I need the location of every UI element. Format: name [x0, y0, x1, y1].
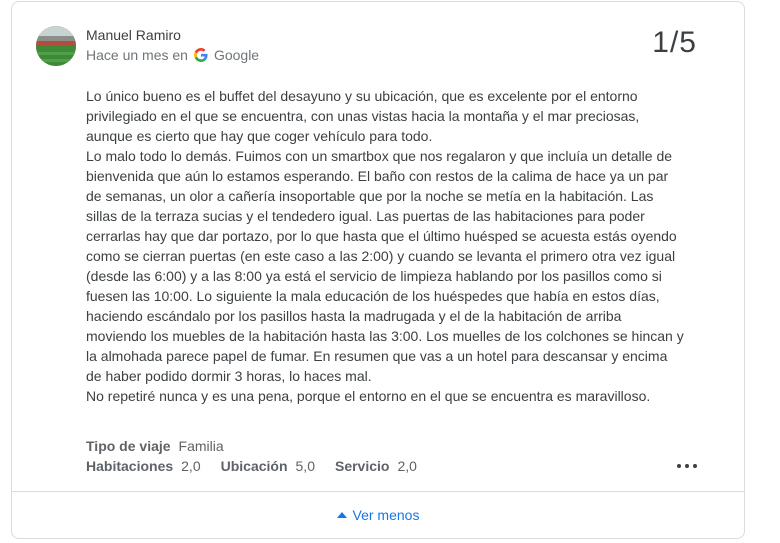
score-value: 2,0 [181, 458, 201, 474]
caret-up-icon [336, 512, 347, 519]
score-value: 2,0 [397, 458, 417, 474]
score-label: Habitaciones [86, 458, 174, 474]
score-label: Ubicación [220, 458, 288, 474]
review-details: Tipo de viaje Familia Habitaciones 2,0 U… [86, 436, 417, 476]
scores-row: Habitaciones 2,0 Ubicación 5,0 Servicio … [86, 456, 417, 476]
score-label: Servicio [334, 458, 390, 474]
score-value: 5,0 [295, 458, 315, 474]
author-name[interactable]: Manuel Ramiro [86, 27, 181, 43]
review-text: Lo único bueno es el buffet del desayuno… [86, 86, 686, 406]
rating-score: 1/5 [652, 26, 697, 59]
review-paragraph: No repetiré nunca y es una pena, porque … [86, 388, 651, 404]
review-paragraph: Lo malo todo lo demás. Fuimos con un sma… [86, 148, 684, 384]
review-card: Manuel Ramiro Hace un mes en Google 1/5 … [11, 1, 745, 539]
trip-type-label: Tipo de viaje [86, 438, 171, 454]
trip-type-value: Familia [178, 438, 224, 454]
time-ago: Hace un mes en [86, 47, 188, 63]
google-g-icon [193, 48, 208, 62]
ver-menos-label: Ver menos [352, 507, 420, 523]
review-paragraph: Lo único bueno es el buffet del desayuno… [86, 88, 640, 144]
review-source: Google [213, 47, 260, 63]
trip-type-row: Tipo de viaje Familia [86, 436, 417, 456]
divider [12, 491, 744, 492]
ver-menos-button[interactable]: Ver menos [12, 507, 744, 523]
more-dots-icon[interactable] [677, 460, 697, 472]
review-meta: Hace un mes en Google [86, 47, 259, 63]
author-avatar[interactable] [36, 26, 76, 66]
